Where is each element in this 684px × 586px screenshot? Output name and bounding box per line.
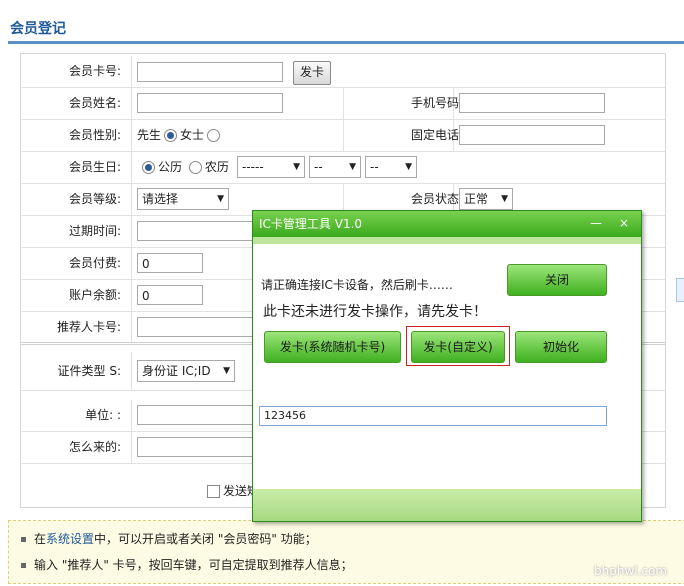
system-settings-link[interactable]: 系统设置: [46, 532, 94, 546]
dialog-close-button[interactable]: 关闭: [507, 264, 607, 296]
watermark: bhphwl.com: [594, 564, 668, 578]
initialize-button[interactable]: 初始化: [515, 331, 607, 363]
solar-radio[interactable]: [142, 161, 155, 174]
company-input[interactable]: [137, 405, 257, 425]
calendar-options: 公历 农历: [139, 152, 229, 183]
card-number-input[interactable]: 123456: [259, 406, 607, 426]
name-label: 会员姓名:: [68, 96, 121, 110]
birth-month-select[interactable]: -- ▼: [309, 156, 361, 178]
card-no-input[interactable]: [137, 62, 283, 82]
id-type-select[interactable]: 身份证 IC;ID ▼: [137, 360, 235, 382]
source-input[interactable]: [137, 437, 257, 457]
dialog-titlebar[interactable]: IC卡管理工具 V1.0: [253, 211, 641, 237]
tip-item: 输入 "推荐人" 卡号，按回车键，可自定提取到推荐人信息；: [21, 555, 353, 575]
lunar-label: 农历: [204, 160, 229, 174]
source-label: 怎么来的:: [68, 440, 121, 454]
level-label: 会员等级:: [68, 192, 121, 206]
tips-panel: 在系统设置中，可以开启或者关闭 "会员密码" 功能； 输入 "推荐人" 卡号，按…: [8, 520, 684, 584]
tip-item: 在系统设置中，可以开启或者关闭 "会员密码" 功能；: [21, 529, 317, 549]
gender-male-radio[interactable]: [164, 129, 178, 142]
tip-suffix: 中，可以开启或者关闭 "会员密码" 功能；: [94, 532, 317, 546]
issue-custom-button[interactable]: 发卡(自定义): [411, 331, 505, 363]
row-gender-phone: 会员性别: 先生 女士 固定电话:: [21, 120, 665, 152]
bullet-icon: [21, 537, 26, 542]
issue-card-button[interactable]: 发卡: [293, 61, 331, 85]
level-select[interactable]: 请选择 ▼: [137, 188, 229, 210]
phone-label: 固定电话:: [410, 128, 463, 142]
status-select[interactable]: 正常 ▼: [459, 188, 513, 210]
dialog-header-strip: [253, 237, 641, 244]
birth-day-value: --: [370, 160, 379, 174]
mobile-label: 手机号码:: [410, 96, 463, 110]
expire-label: 过期时间:: [68, 224, 121, 238]
chevron-down-icon: ▼: [349, 162, 356, 172]
page-title: 会员登记: [10, 21, 66, 37]
name-input[interactable]: [137, 93, 283, 113]
id-type-label: 证件类型 S:: [57, 364, 121, 378]
dialog-title: IC卡管理工具 V1.0: [259, 217, 363, 231]
dialog-body: 请正确连接IC卡设备，然后刷卡…… 关闭 此卡还未进行发卡操作，请先发卡！ 发卡…: [253, 244, 641, 489]
balance-label: 账户余额:: [68, 288, 121, 302]
birth-month-value: --: [314, 160, 323, 174]
tip-prefix: 在: [34, 532, 47, 546]
chevron-down-icon: ▼: [217, 194, 224, 204]
chevron-down-icon: ▼: [501, 194, 508, 204]
gender-female-label: 女士: [180, 128, 205, 142]
id-type-value: 身份证 IC;ID: [142, 364, 211, 378]
title-divider: [8, 41, 684, 44]
fee-label: 会员付费:: [68, 256, 121, 270]
gender-female-radio[interactable]: [207, 129, 221, 142]
chevron-down-icon: ▼: [405, 162, 412, 172]
bullet-icon: [21, 563, 26, 568]
level-value: 请选择: [142, 192, 179, 206]
fee-input[interactable]: 0: [137, 253, 203, 273]
company-label: 单位: :: [85, 408, 121, 422]
gender-male-label: 先生: [137, 128, 162, 142]
close-icon[interactable]: ×: [615, 215, 633, 231]
dialog-footer: [253, 489, 641, 521]
minimize-icon[interactable]: —: [587, 215, 605, 231]
chevron-down-icon: ▼: [293, 162, 300, 172]
issue-random-button[interactable]: 发卡(系统随机卡号): [264, 331, 401, 363]
referrer-input[interactable]: [137, 317, 257, 337]
expire-input[interactable]: [137, 221, 257, 241]
row-name-mobile: 会员姓名: 手机号码:: [21, 88, 665, 120]
row-card-no: 会员卡号: 发卡: [21, 56, 665, 88]
balance-input[interactable]: 0: [137, 285, 203, 305]
birth-year-value: -----: [242, 160, 264, 174]
mobile-input[interactable]: [459, 93, 605, 113]
connect-message: 请正确连接IC卡设备，然后刷卡……: [261, 278, 453, 292]
birthday-label: 会员生日:: [68, 160, 121, 174]
solar-label: 公历: [158, 160, 183, 174]
gender-label: 会员性别:: [68, 128, 121, 142]
status-value: 正常: [464, 192, 489, 206]
chevron-down-icon: ▼: [223, 366, 230, 376]
not-issued-message: 此卡还未进行发卡操作，请先发卡！: [263, 304, 487, 320]
row-birthday: 会员生日: 公历 农历 ----- ▼ -- ▼ -- ▼: [21, 152, 665, 184]
lunar-radio[interactable]: [188, 161, 202, 174]
birth-day-select[interactable]: -- ▼: [365, 156, 417, 178]
gender-options: 先生 女士: [137, 120, 223, 151]
ic-card-dialog: IC卡管理工具 V1.0 — × 请正确连接IC卡设备，然后刷卡…… 关闭 此卡…: [252, 210, 642, 522]
phone-input[interactable]: [459, 125, 605, 145]
referrer-label: 推荐人卡号:: [56, 320, 121, 334]
card-no-label: 会员卡号:: [68, 64, 121, 78]
send-sms-checkbox[interactable]: [207, 485, 220, 498]
scrollbar-stub[interactable]: [676, 278, 684, 302]
tip-text: 输入 "推荐人" 卡号，按回车键，可自定提取到推荐人信息；: [34, 558, 353, 572]
birth-year-select[interactable]: ----- ▼: [237, 156, 305, 178]
